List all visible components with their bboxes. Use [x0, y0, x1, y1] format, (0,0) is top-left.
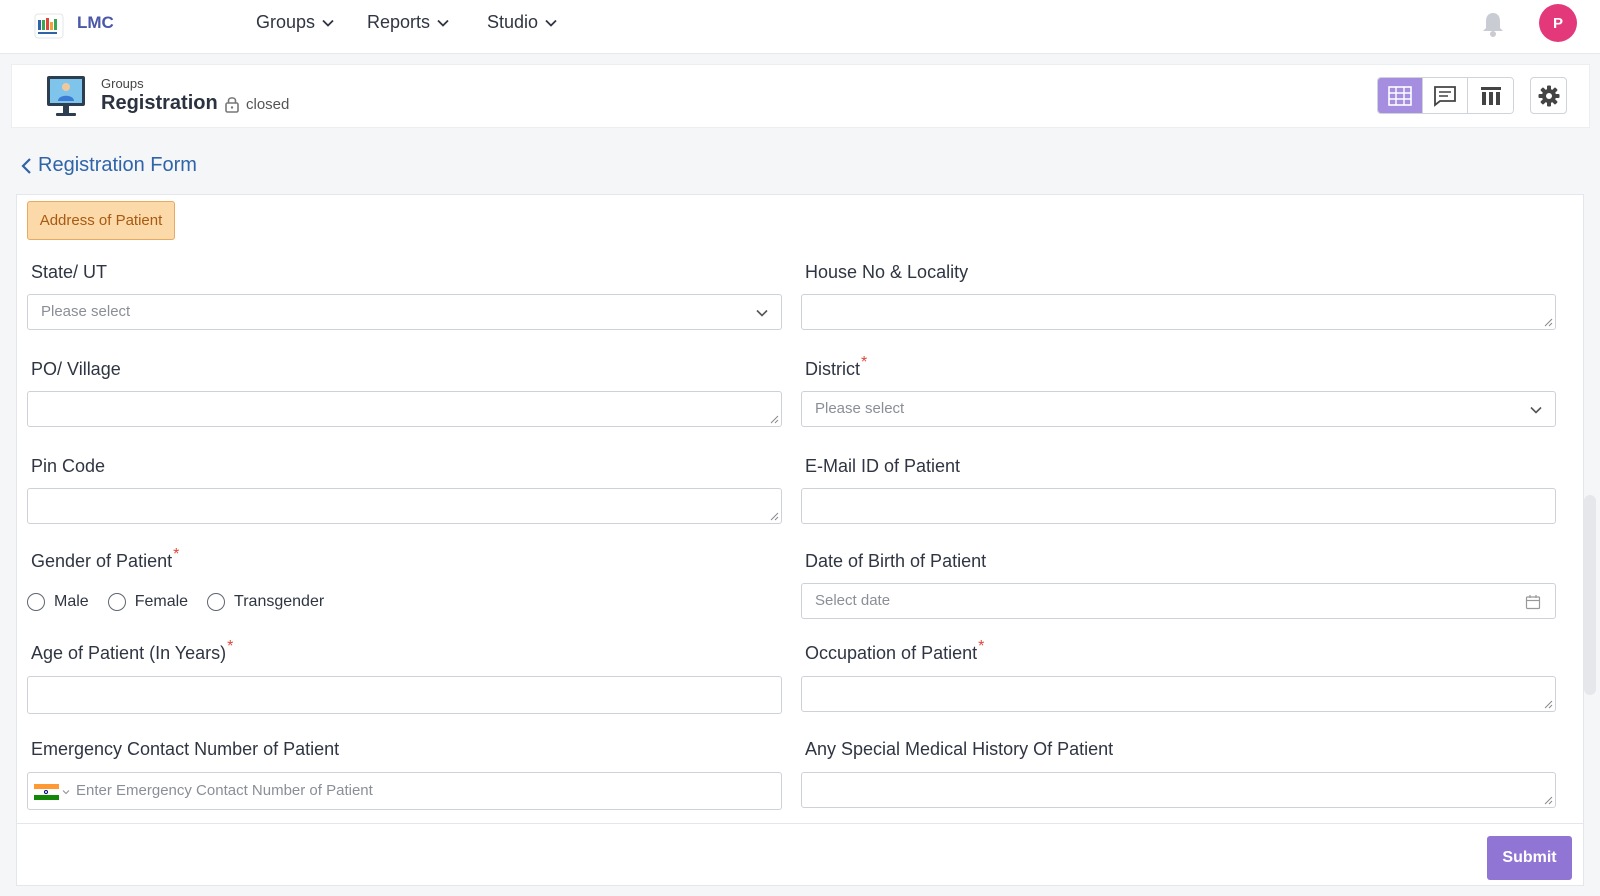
resize-handle-icon[interactable]	[1544, 796, 1553, 805]
registration-form: Address of Patient State/ UT Please sele…	[16, 194, 1596, 886]
occupation-input[interactable]	[801, 676, 1556, 712]
pin-label: Pin Code	[31, 456, 106, 476]
calendar-icon[interactable]	[1525, 594, 1541, 610]
gender-male-radio[interactable]: Male	[27, 593, 89, 611]
emergency-phone-input[interactable]: Enter Emergency Contact Number of Patien…	[27, 772, 782, 810]
chevron-down-icon	[756, 309, 768, 317]
section-tag: Address of Patient	[27, 201, 175, 240]
age-label-text: Age of Patient (In Years)	[31, 643, 227, 663]
lmc-logo[interactable]	[34, 11, 64, 41]
resize-handle-icon[interactable]	[770, 512, 779, 521]
age-label: Age of Patient (In Years)*	[31, 638, 233, 664]
resize-handle-icon[interactable]	[1544, 700, 1553, 709]
gender-transgender-radio[interactable]: Transgender	[207, 593, 324, 611]
nav-reports[interactable]: Reports	[367, 12, 450, 33]
required-mark: *	[227, 638, 234, 655]
pin-input[interactable]	[27, 488, 782, 524]
gender-male-label: Male	[54, 593, 89, 610]
emergency-placeholder: Enter Emergency Contact Number of Patien…	[76, 782, 373, 799]
monitor-user-icon	[47, 76, 85, 116]
required-mark: *	[173, 546, 180, 563]
status-text: closed	[246, 95, 290, 113]
breadcrumb[interactable]: Groups	[101, 76, 144, 91]
user-avatar[interactable]: P	[1539, 4, 1577, 42]
required-mark: *	[861, 354, 868, 371]
brand-name[interactable]: LMC	[77, 13, 114, 33]
grid-view-icon	[1388, 85, 1412, 106]
back-link[interactable]: Registration Form	[20, 154, 197, 177]
gender-radio-group: Male Female Transgender	[27, 593, 343, 611]
emergency-label: Emergency Contact Number of Patient	[31, 739, 340, 759]
columns-view-button[interactable]	[1468, 78, 1513, 113]
history-label: Any Special Medical History Of Patient	[805, 739, 1114, 759]
india-flag-icon[interactable]	[34, 784, 59, 800]
radio-circle[interactable]	[27, 593, 45, 611]
required-mark: *	[978, 638, 985, 655]
bell-icon[interactable]	[1480, 10, 1506, 38]
resize-handle-icon[interactable]	[1544, 318, 1553, 327]
submit-button[interactable]: Submit	[1487, 836, 1572, 880]
comments-icon	[1434, 85, 1456, 107]
page-title: Registration	[101, 92, 218, 114]
radio-circle[interactable]	[107, 593, 126, 611]
gear-icon	[1538, 85, 1559, 106]
resize-handle-icon[interactable]	[770, 415, 779, 424]
nav-studio-label: Studio	[487, 12, 539, 32]
nav-reports-label: Reports	[367, 12, 431, 32]
house-label: House No & Locality	[805, 262, 969, 282]
district-select[interactable]: Please select	[801, 391, 1556, 427]
history-input[interactable]	[801, 772, 1556, 808]
columns-icon	[1480, 86, 1501, 105]
district-placeholder: Please select	[815, 400, 905, 417]
chevron-down-icon[interactable]	[62, 788, 70, 796]
age-input[interactable]	[27, 676, 782, 714]
scrollbar-thumb[interactable]	[1584, 495, 1596, 695]
comments-view-button[interactable]	[1423, 78, 1468, 113]
district-label: District*	[805, 354, 867, 380]
settings-button[interactable]	[1530, 77, 1567, 114]
po-label: PO/ Village	[31, 359, 121, 379]
state-select[interactable]: Please select	[27, 294, 782, 330]
nav-groups-label: Groups	[256, 12, 316, 32]
page-header: Groups Registration closed	[11, 64, 1590, 128]
gender-female-label: Female	[134, 593, 189, 610]
chevron-down-icon	[1530, 406, 1542, 414]
dob-input[interactable]: Select date	[801, 583, 1556, 619]
lock-icon	[225, 97, 239, 113]
chevron-down-icon	[437, 19, 449, 27]
gender-female-radio[interactable]: Female	[107, 593, 189, 611]
dob-label: Date of Birth of Patient	[805, 551, 987, 571]
chevron-down-icon	[545, 19, 557, 27]
chevron-down-icon	[322, 19, 334, 27]
email-label: E-Mail ID of Patient	[805, 456, 961, 476]
occupation-label-text: Occupation of Patient	[805, 643, 978, 663]
status-badge: closed	[224, 95, 289, 113]
form-footer-divider	[17, 823, 1583, 824]
district-label-text: District	[805, 359, 860, 379]
nav-groups[interactable]: Groups	[256, 12, 335, 33]
house-input[interactable]	[801, 294, 1556, 330]
occupation-label: Occupation of Patient*	[805, 638, 984, 664]
grid-view-button[interactable]	[1378, 78, 1423, 113]
back-link-label: Registration Form	[38, 154, 197, 176]
email-input[interactable]	[801, 488, 1556, 524]
po-input[interactable]	[27, 391, 782, 427]
gender-transgender-label: Transgender	[234, 593, 325, 610]
dob-placeholder: Select date	[815, 592, 891, 609]
gender-label-text: Gender of Patient	[31, 551, 173, 571]
chevron-left-icon	[21, 157, 31, 174]
gender-label: Gender of Patient*	[31, 546, 179, 572]
state-placeholder: Please select	[41, 303, 131, 320]
nav-studio[interactable]: Studio	[487, 12, 558, 33]
view-switcher	[1377, 77, 1514, 114]
radio-circle[interactable]	[207, 593, 226, 611]
top-navbar: LMC Groups Reports Studio P	[0, 0, 1600, 54]
state-label: State/ UT	[31, 262, 108, 282]
